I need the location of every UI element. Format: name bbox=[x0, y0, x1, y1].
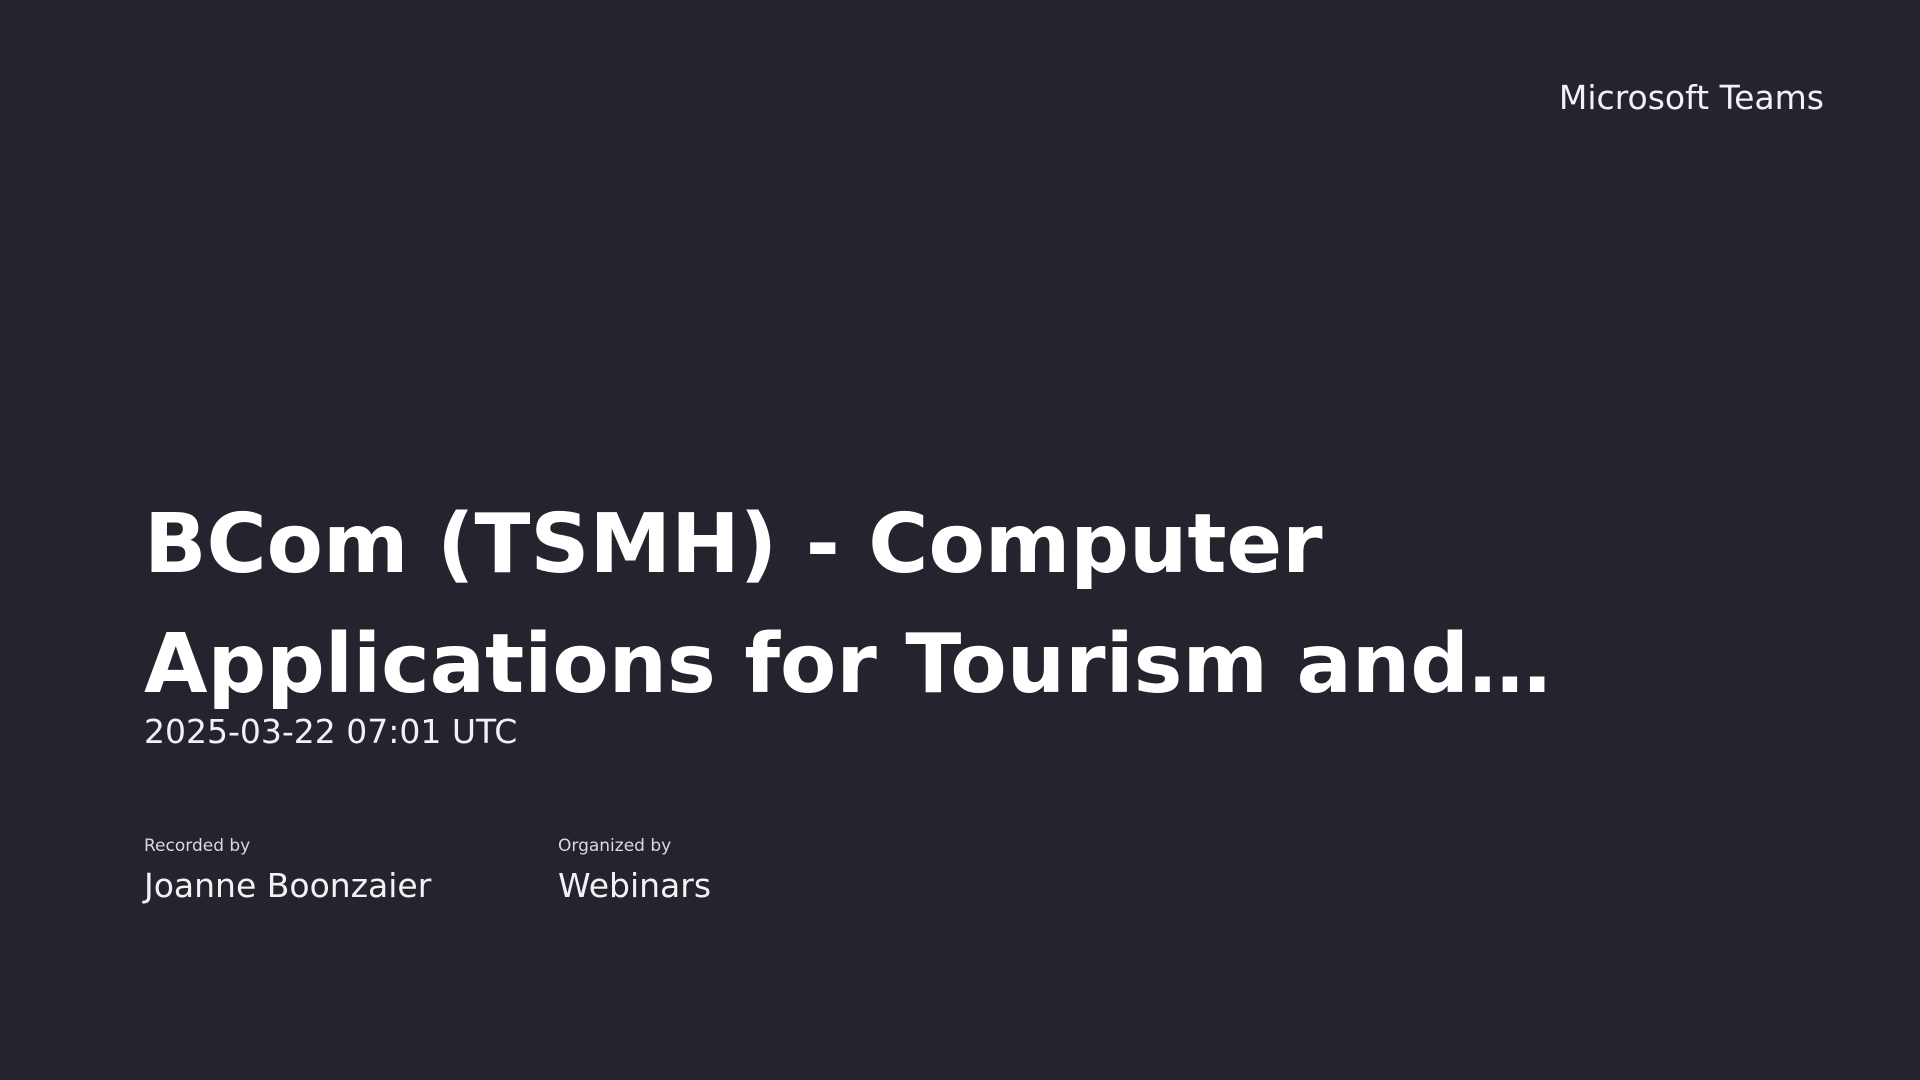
recording-timestamp: 2025-03-22 07:01 UTC bbox=[144, 712, 518, 751]
recorded-by-label: Recorded by bbox=[144, 836, 251, 856]
recorded-by-name: Joanne Boonzaier bbox=[144, 866, 432, 905]
title-block: BCom (TSMH) - Computer Applications for … bbox=[144, 485, 1784, 725]
recorded-by-section: Recorded by Joanne Boonzaier bbox=[144, 836, 431, 906]
organized-by-section: Organized by Webinars bbox=[558, 836, 711, 906]
organized-by-label: Organized by bbox=[558, 836, 672, 856]
organized-by-name: Webinars bbox=[558, 866, 712, 905]
recording-title-card: { "app": { "name": "Microsoft Teams" }, … bbox=[0, 0, 1920, 1080]
recording-title: BCom (TSMH) - Computer Applications for … bbox=[144, 497, 1469, 712]
app-brand-label: Microsoft Teams bbox=[1558, 78, 1824, 117]
